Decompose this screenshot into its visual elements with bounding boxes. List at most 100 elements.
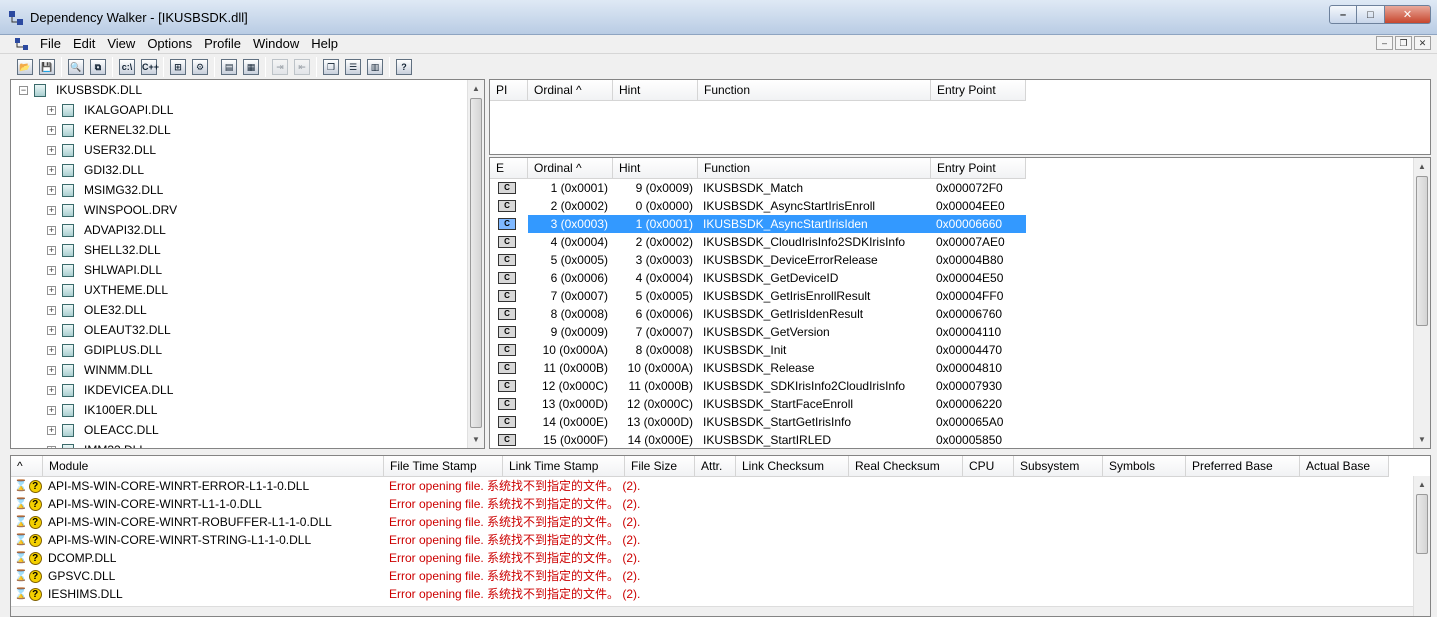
scroll-thumb[interactable] [1416, 494, 1428, 554]
expand-icon[interactable]: + [47, 145, 56, 155]
tree-item-root[interactable]: − IKUSBSDK.DLL [19, 80, 142, 100]
menu-view[interactable]: View [101, 35, 141, 53]
column-header-entry-point[interactable]: Entry Point [931, 80, 1026, 101]
child-minimize-button[interactable]: – [1376, 36, 1393, 50]
export-row[interactable]: C 12 (0x000C) 11 (0x000B) IKUSBSDK_SDKIrisI… [490, 377, 1026, 395]
minimize-button[interactable]: – [1329, 5, 1357, 24]
expand-icon[interactable]: + [47, 365, 56, 375]
exports-scrollbar[interactable]: ▲ ▼ [1413, 158, 1430, 448]
module-row[interactable]: ⌛? API-MS-WIN-CORE-WINRT-ROBUFFER-L1-1-0.… [11, 513, 1284, 531]
parent-imports-list[interactable]: PI Ordinal ^ Hint Function Entry Point [489, 79, 1431, 155]
save-button[interactable]: 💾 [36, 56, 58, 78]
menu-options[interactable]: Options [141, 35, 198, 53]
expand-icon[interactable]: + [47, 165, 56, 175]
module-list-hscrollbar[interactable] [11, 606, 1413, 616]
tree-item[interactable]: + USER32.DLL [47, 140, 156, 160]
column-header-ordinal[interactable]: Ordinal ^ [528, 158, 613, 179]
full-paths-button[interactable]: c:\ [116, 56, 138, 78]
exports-list[interactable]: E Ordinal ^ Hint Function Entry Point C 1 (0x… [489, 157, 1431, 449]
tree-item[interactable]: + ADVAPI32.DLL [47, 220, 166, 240]
expand-icon[interactable]: + [47, 285, 56, 295]
scroll-up-icon[interactable]: ▲ [1414, 476, 1430, 493]
scroll-down-icon[interactable]: ▼ [468, 431, 484, 448]
copy-button[interactable]: ⧉ [87, 56, 109, 78]
export-row[interactable]: C 15 (0x000F) 14 (0x000E) IKUSBSDK_StartIRL… [490, 431, 1026, 448]
column-header-file-size[interactable]: File Size [625, 456, 695, 477]
expand-icon[interactable]: + [47, 105, 56, 115]
column-header-attr[interactable]: Attr. [695, 456, 736, 477]
expand-icon[interactable]: + [47, 125, 56, 135]
close-button[interactable]: ✕ [1385, 5, 1431, 24]
undecorate-cpp-button[interactable]: C++ [138, 56, 160, 78]
scroll-thumb[interactable] [470, 98, 482, 428]
child-restore-button[interactable]: ❐ [1395, 36, 1412, 50]
column-header-pi[interactable]: PI [490, 80, 528, 101]
column-header-hint[interactable]: Hint [613, 158, 698, 179]
tree-item[interactable]: + SHELL32.DLL [47, 240, 161, 260]
tree-item[interactable]: + IKALGOAPI.DLL [47, 100, 173, 120]
find-button[interactable]: 🔍 [65, 56, 87, 78]
module-row[interactable]: ⌛? DCOMP.DLL Error opening file. 系统找不到指定的文… [11, 549, 1284, 567]
column-header-module[interactable]: Module [43, 456, 384, 477]
column-header-ordinal[interactable]: Ordinal ^ [528, 80, 613, 101]
menu-file[interactable]: File [34, 35, 67, 53]
column-header-function[interactable]: Function [698, 80, 931, 101]
module-row[interactable]: ⌛? API-MS-WIN-CORE-WINRT-ERROR-L1-1-0.DLL… [11, 477, 1284, 495]
expand-icon[interactable]: + [47, 225, 56, 235]
tree-item[interactable]: + SHLWAPI.DLL [47, 260, 162, 280]
tree-item[interactable]: + GDIPLUS.DLL [47, 340, 162, 360]
export-row[interactable]: C 6 (0x0006) 4 (0x0004) IKUSBSDK_GetDeviceI… [490, 269, 1026, 287]
auto-expand-button[interactable]: ⊞ [167, 56, 189, 78]
view-module-button[interactable]: ▦ [240, 56, 262, 78]
tree-item[interactable]: + IKDEVICEA.DLL [47, 380, 173, 400]
column-header-e[interactable]: E [490, 158, 528, 179]
column-header-link-time-stamp[interactable]: Link Time Stamp [503, 456, 625, 477]
export-row[interactable]: C 3 (0x0003) 1 (0x0001) IKUSBSDK_AsyncStart… [490, 215, 1026, 233]
configure-button[interactable]: ⚙ [189, 56, 211, 78]
tree-item[interactable]: + UXTHEME.DLL [47, 280, 168, 300]
menu-profile[interactable]: Profile [198, 35, 247, 53]
prev-module-button[interactable]: ⇤ [291, 56, 313, 78]
tree-item[interactable]: + KERNEL32.DLL [47, 120, 171, 140]
column-header-file-time-stamp[interactable]: File Time Stamp [384, 456, 503, 477]
tree-item[interactable]: + OLEACC.DLL [47, 420, 159, 440]
export-row[interactable]: C 7 (0x0007) 5 (0x0005) IKUSBSDK_GetIrisEnr… [490, 287, 1026, 305]
scroll-up-icon[interactable]: ▲ [468, 80, 484, 97]
column-header-link-checksum[interactable]: Link Checksum [736, 456, 849, 477]
column-header-cpu[interactable]: CPU [963, 456, 1014, 477]
column-header-entry-point[interactable]: Entry Point [931, 158, 1026, 179]
export-row[interactable]: C 5 (0x0005) 3 (0x0003) IKUSBSDK_DeviceErro… [490, 251, 1026, 269]
export-row[interactable]: C 14 (0x000E) 13 (0x000D) IKUSBSDK_StartGet… [490, 413, 1026, 431]
tree-item[interactable]: + IMM32.DLL [47, 440, 146, 448]
column-header-actual-base[interactable]: Actual Base [1300, 456, 1389, 477]
module-row[interactable]: ⌛? GPSVC.DLL Error opening file. 系统找不到指定的文… [11, 567, 1284, 585]
expand-icon[interactable]: + [47, 405, 56, 415]
export-row[interactable]: C 13 (0x000D) 12 (0x000C) IKUSBSDK_StartFac… [490, 395, 1026, 413]
tree-scrollbar[interactable]: ▲ ▼ [467, 80, 484, 448]
expand-icon[interactable]: + [47, 205, 56, 215]
export-row[interactable]: C 8 (0x0008) 6 (0x0006) IKUSBSDK_GetIrisIde… [490, 305, 1026, 323]
menu-window[interactable]: Window [247, 35, 305, 53]
column-header-function[interactable]: Function [698, 158, 931, 179]
tree-item[interactable]: + IK100ER.DLL [47, 400, 157, 420]
expand-icon[interactable]: + [47, 385, 56, 395]
tree-item[interactable]: + OLEAUT32.DLL [47, 320, 171, 340]
properties-button[interactable]: ▤ [218, 56, 240, 78]
cascade-button[interactable]: ❐ [320, 56, 342, 78]
export-row[interactable]: C 4 (0x0004) 2 (0x0002) IKUSBSDK_CloudIrisI… [490, 233, 1026, 251]
expand-icon[interactable]: + [47, 425, 56, 435]
expand-icon[interactable]: + [47, 345, 56, 355]
tree-item[interactable]: + MSIMG32.DLL [47, 180, 163, 200]
expand-icon[interactable]: + [47, 185, 56, 195]
column-header-symbols[interactable]: Symbols [1103, 456, 1186, 477]
export-row[interactable]: C 1 (0x0001) 9 (0x0009) IKUSBSDK_Match 0x000… [490, 179, 1026, 197]
child-close-button[interactable]: ✕ [1414, 36, 1431, 50]
expand-icon[interactable]: + [47, 305, 56, 315]
tile-vertical-button[interactable]: ▥ [364, 56, 386, 78]
tile-horizontal-button[interactable]: ☰ [342, 56, 364, 78]
scroll-up-icon[interactable]: ▲ [1414, 158, 1430, 175]
column-header-hint[interactable]: Hint [613, 80, 698, 101]
menu-help[interactable]: Help [305, 35, 344, 53]
export-row[interactable]: C 11 (0x000B) 10 (0x000A) IKUSBSDK_Release 0… [490, 359, 1026, 377]
expand-icon[interactable]: + [47, 245, 56, 255]
